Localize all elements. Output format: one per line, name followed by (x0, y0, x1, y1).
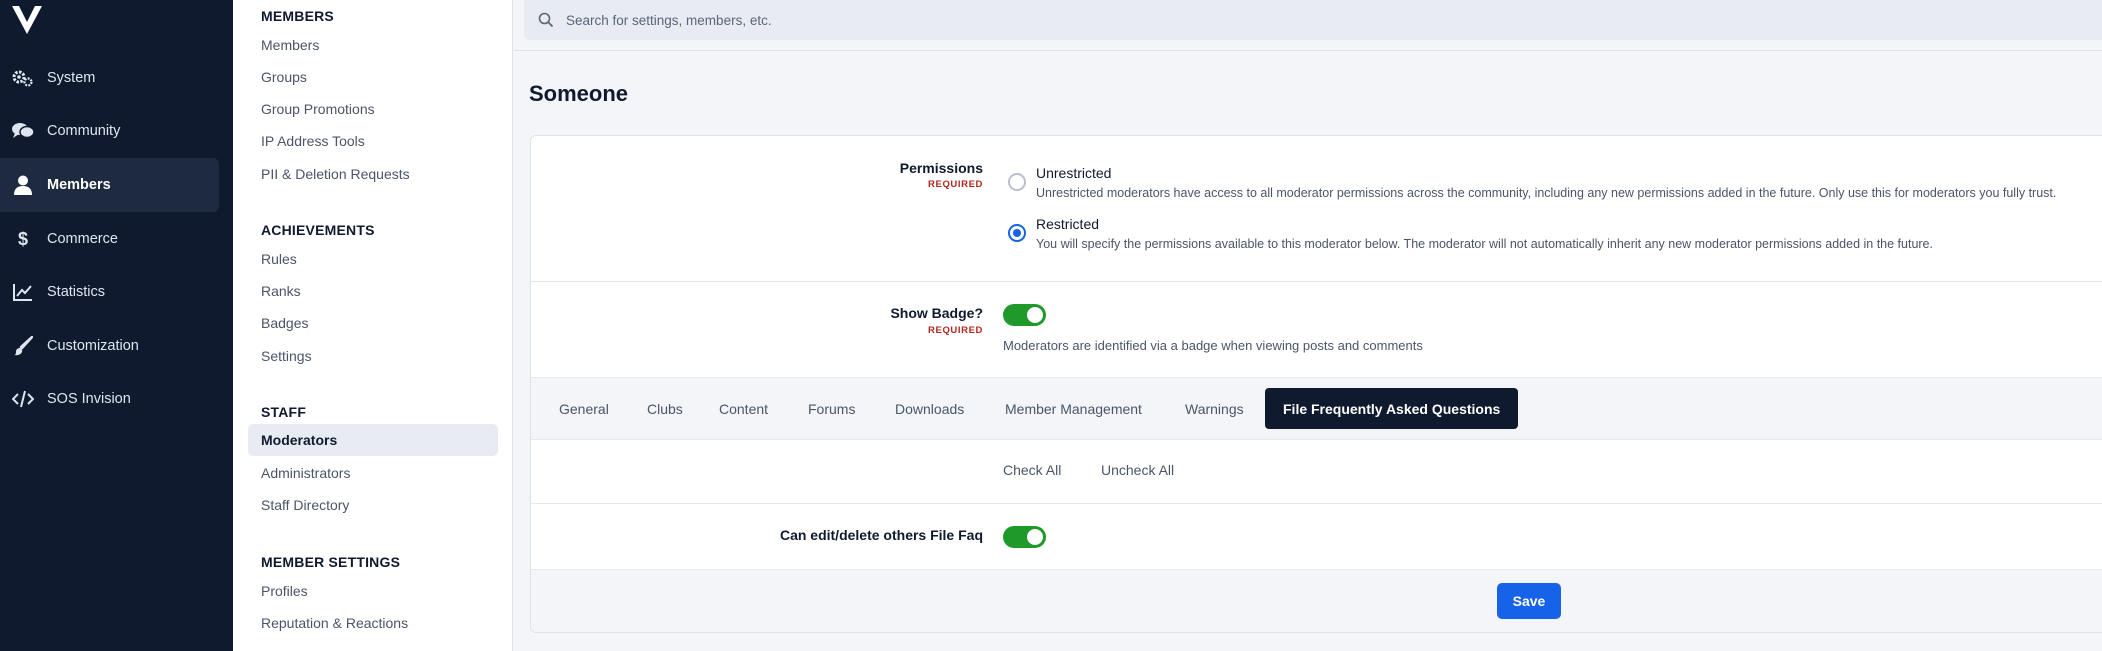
nav-item-label: Members (47, 177, 111, 193)
nav-item-statistics[interactable]: Statistics (0, 265, 219, 319)
nav-item-community[interactable]: Community (0, 104, 219, 158)
top-bar (514, 0, 2102, 51)
file-faq-permission-label: Can edit/delete others File Faq (779, 527, 983, 543)
search-input[interactable] (566, 12, 1366, 28)
check-all-button[interactable]: Check All (1003, 462, 1061, 478)
option-unrestricted-title: Unrestricted (1036, 165, 1112, 181)
code-icon (12, 388, 34, 410)
secondary-nav: MEMBERS Members Groups Group Promotions … (233, 0, 513, 651)
nav-item-label: Community (47, 123, 121, 139)
nav-item-customization[interactable]: Customization (0, 319, 219, 373)
sidebar-item-pii-deletion-requests[interactable]: PII & Deletion Requests (261, 166, 410, 182)
chart-line-icon (12, 281, 34, 303)
option-restricted-description: You will specify the permissions availab… (1036, 237, 1933, 251)
required-badge: REQUIRED (928, 325, 983, 336)
user-icon (12, 174, 34, 196)
section-heading-member-settings: MEMBER SETTINGS (261, 554, 401, 570)
permissions-label: Permissions (899, 160, 983, 176)
search-icon (538, 12, 554, 28)
show-badge-label: Show Badge? (890, 305, 983, 321)
nav-item-sos-invision[interactable]: SOS Invision (0, 372, 219, 426)
sidebar-item-ranks[interactable]: Ranks (261, 283, 301, 299)
section-heading-members: MEMBERS (261, 8, 334, 24)
comments-icon (12, 120, 34, 142)
divider (531, 281, 2102, 282)
tab-content[interactable]: Content (715, 388, 772, 429)
radio-unrestricted[interactable] (1008, 173, 1026, 191)
nav-item-label: SOS Invision (47, 391, 131, 407)
page-title: Someone (529, 81, 629, 106)
moderator-form: Permissions REQUIRED Unrestricted Unrest… (530, 135, 2102, 633)
section-heading-staff: STAFF (261, 404, 307, 420)
nav-item-commerce[interactable]: $ Commerce (0, 212, 219, 266)
sidebar-item-staff-directory[interactable]: Staff Directory (261, 497, 349, 513)
radio-restricted[interactable] (1008, 224, 1026, 242)
sidebar-item-badges[interactable]: Badges (261, 315, 308, 331)
tab-general[interactable]: General (555, 388, 613, 429)
nav-item-label: Commerce (47, 231, 118, 247)
permission-tabs: General Clubs Content Forums Downloads M… (531, 377, 2102, 440)
logo-icon[interactable] (10, 4, 44, 36)
nav-item-label: Customization (47, 338, 139, 354)
show-badge-toggle[interactable] (1003, 304, 1046, 326)
sidebar-item-rules[interactable]: Rules (261, 251, 297, 267)
tab-clubs[interactable]: Clubs (643, 388, 687, 429)
nav-item-label: System (47, 70, 96, 86)
form-footer: Save (531, 569, 2102, 632)
nav-item-system[interactable]: System (0, 51, 219, 105)
sidebar-item-members[interactable]: Members (261, 37, 319, 53)
search-bar[interactable] (524, 0, 2102, 40)
dollar-icon: $ (17, 228, 28, 249)
nav-item-members[interactable]: Members (0, 158, 219, 212)
required-badge: REQUIRED (928, 179, 983, 190)
tab-forums[interactable]: Forums (804, 388, 859, 429)
divider (531, 503, 2102, 504)
section-heading-achievements: ACHIEVEMENTS (261, 222, 375, 238)
show-badge-description: Moderators are identified via a badge wh… (1003, 338, 1423, 353)
paintbrush-icon (12, 335, 34, 357)
tab-file-faq[interactable]: File Frequently Asked Questions (1265, 388, 1519, 429)
file-faq-permission-toggle[interactable] (1003, 526, 1046, 548)
tab-warnings[interactable]: Warnings (1181, 388, 1248, 429)
tab-member-management[interactable]: Member Management (1001, 388, 1146, 429)
sidebar-item-profiles[interactable]: Profiles (261, 583, 308, 599)
sidebar-item-moderators[interactable]: Moderators (248, 424, 498, 456)
gears-icon (12, 67, 34, 89)
sidebar-item-reputation-reactions[interactable]: Reputation & Reactions (261, 615, 408, 631)
sidebar-item-groups[interactable]: Groups (261, 69, 307, 85)
sidebar-item-settings[interactable]: Settings (261, 348, 312, 364)
nav-item-label: Statistics (47, 284, 106, 300)
uncheck-all-button[interactable]: Uncheck All (1101, 462, 1174, 478)
sidebar-item-ip-address-tools[interactable]: IP Address Tools (261, 133, 365, 149)
primary-nav: System Community Members $ Commerce Stat… (0, 0, 233, 651)
tab-downloads[interactable]: Downloads (891, 388, 968, 429)
sidebar-item-administrators[interactable]: Administrators (261, 465, 350, 481)
option-restricted-title: Restricted (1036, 216, 1100, 232)
sidebar-item-group-promotions[interactable]: Group Promotions (261, 101, 375, 117)
save-button[interactable]: Save (1497, 583, 1561, 619)
option-unrestricted-description: Unrestricted moderators have access to a… (1036, 186, 2057, 200)
